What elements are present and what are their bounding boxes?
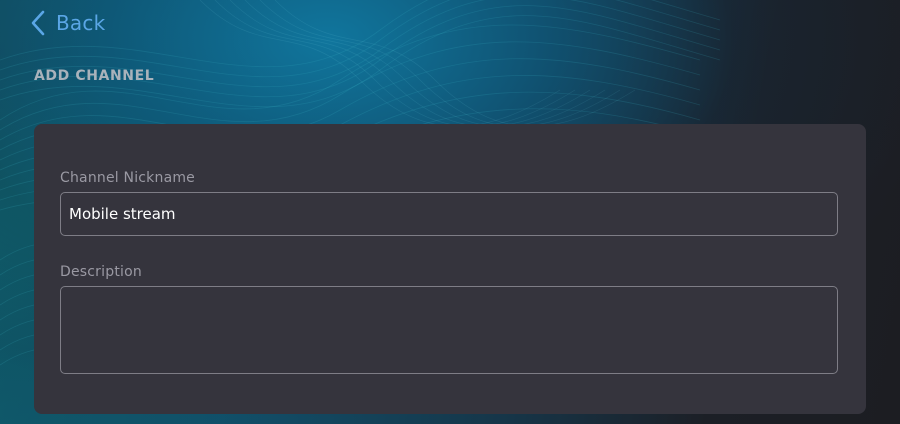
chevron-left-icon	[31, 10, 45, 36]
back-button[interactable]: Back	[30, 8, 105, 38]
description-textarea[interactable]	[60, 286, 838, 374]
add-channel-form: Channel Nickname Description	[34, 124, 866, 414]
channel-nickname-label: Channel Nickname	[60, 170, 195, 186]
description-label: Description	[60, 264, 142, 280]
page-title: ADD CHANNEL	[34, 68, 155, 84]
channel-nickname-input[interactable]	[60, 192, 838, 236]
back-button-label: Back	[56, 11, 106, 35]
